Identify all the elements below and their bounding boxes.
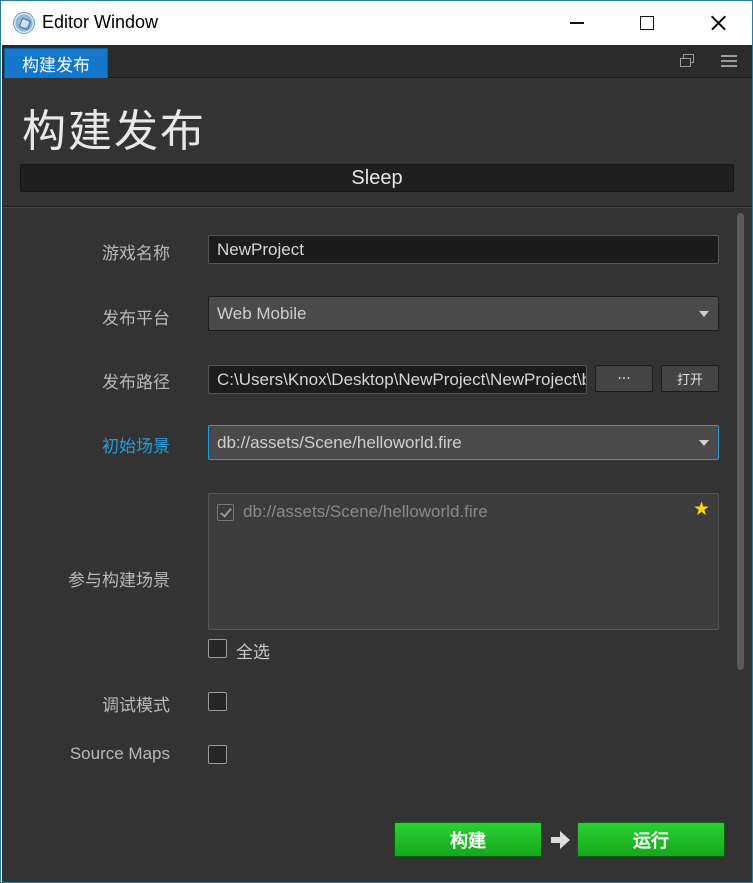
select-all-checkbox[interactable] — [208, 639, 227, 658]
browse-button[interactable]: ··· — [595, 365, 653, 392]
build-button[interactable]: 构建 — [394, 822, 542, 857]
close-button[interactable] — [695, 1, 741, 45]
build-panel: 构建发布 构建发布 Sleep 游戏名称 NewProject 发布平台 Web… — [2, 45, 752, 882]
scene-path: db://assets/Scene/helloworld.fire — [243, 502, 488, 521]
platform-label: 发布平台 — [102, 309, 170, 329]
menu-icon[interactable] — [720, 53, 738, 69]
game-name-input[interactable]: NewProject — [208, 235, 719, 264]
debug-mode-label: 调试模式 — [102, 696, 170, 716]
platform-select[interactable]: Web Mobile — [208, 296, 719, 331]
list-item: db://assets/Scene/helloworld.fire — [217, 502, 488, 522]
page-title: 构建发布 — [22, 106, 206, 157]
scene-list: db://assets/Scene/helloworld.fire ★ — [208, 493, 719, 630]
scene-checkbox[interactable] — [217, 503, 234, 521]
dropdown-caret-icon — [699, 439, 709, 446]
game-name-label: 游戏名称 — [102, 244, 170, 264]
build-path-label: 发布路径 — [102, 373, 170, 393]
start-scene-select[interactable]: db://assets/Scene/helloworld.fire — [208, 425, 719, 460]
scrollbar[interactable] — [737, 213, 744, 670]
app-icon — [13, 12, 35, 34]
star-icon: ★ — [693, 498, 711, 520]
source-maps-label: Source Maps — [69, 744, 170, 763]
maximize-button[interactable] — [624, 1, 670, 45]
build-path-input[interactable]: C:\Users\Knox\Desktop\NewProject\NewProj… — [208, 365, 587, 394]
debug-mode-checkbox[interactable] — [208, 692, 227, 711]
included-scenes-label: 参与构建场景 — [68, 571, 170, 591]
start-scene-value: db://assets/Scene/helloworld.fire — [217, 432, 462, 452]
title-bar: Editor Window — [1, 1, 752, 45]
minimize-icon — [570, 22, 584, 24]
close-icon — [709, 14, 728, 33]
divider-highlight — [2, 207, 752, 208]
source-maps-checkbox[interactable] — [208, 745, 227, 764]
platform-value: Web Mobile — [217, 303, 307, 323]
start-scene-label: 初始场景 — [102, 437, 170, 457]
minimize-button[interactable] — [554, 1, 600, 45]
tab-bar: 构建发布 — [2, 45, 752, 78]
maximize-icon — [640, 16, 654, 30]
popout-icon[interactable] — [679, 53, 697, 69]
select-all-label: 全选 — [236, 643, 270, 663]
status-bar: Sleep — [20, 164, 734, 192]
arrow-right-icon — [549, 830, 571, 850]
window-title: Editor Window — [42, 12, 159, 32]
tab-build-publish[interactable]: 构建发布 — [4, 48, 108, 78]
run-button[interactable]: 运行 — [577, 822, 725, 857]
editor-window: Editor Window 构建发布 构建发布 Sleep 游戏名称 NewPr… — [0, 0, 753, 883]
dropdown-caret-icon — [699, 310, 709, 317]
open-folder-button[interactable]: 打开 — [661, 365, 719, 392]
